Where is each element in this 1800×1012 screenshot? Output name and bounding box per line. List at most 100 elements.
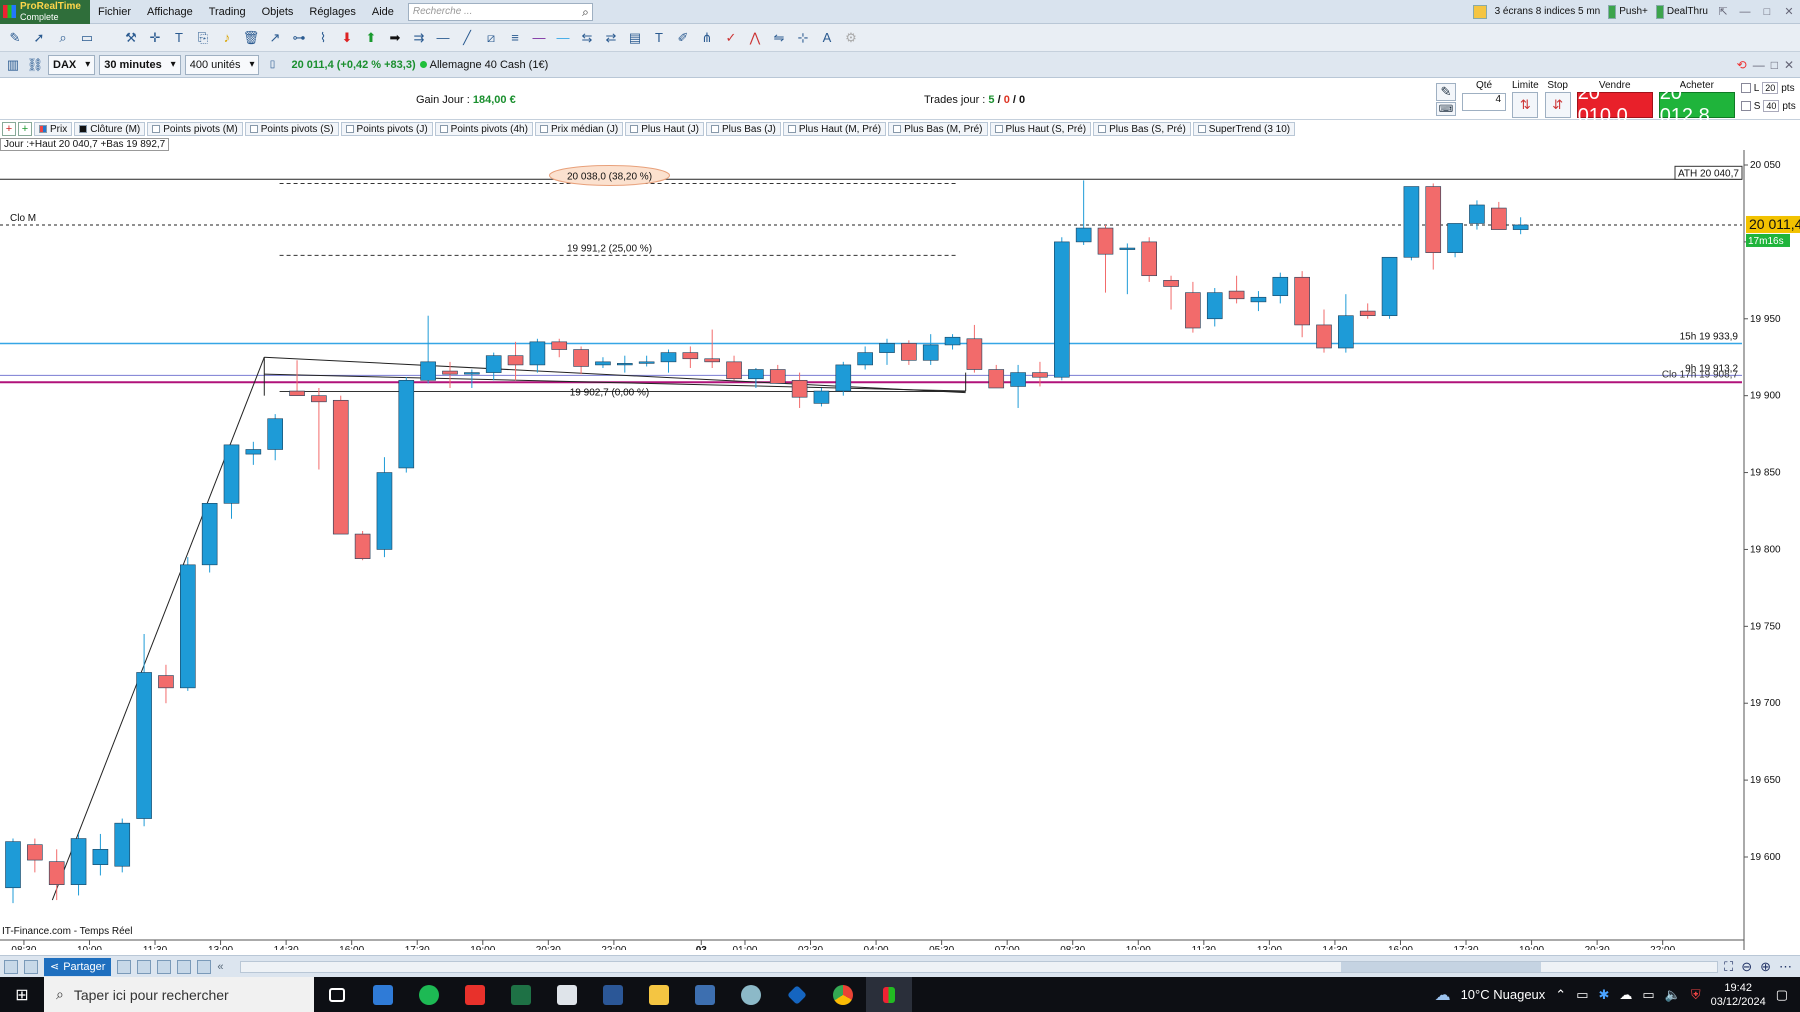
text-tool-icon[interactable]: T [170,29,188,47]
candle-body[interactable] [944,336,961,346]
right-arrow-icon[interactable]: ➡ [386,29,404,47]
range-icon[interactable]: ⇆ [578,29,596,47]
spotify-icon[interactable] [406,977,452,1012]
chart-maximize-icon[interactable]: □ [1771,58,1778,72]
push-button[interactable]: Push+ [1608,4,1648,19]
indicator-chip[interactable]: Plus Haut (J) [625,122,704,136]
browser-app-icon[interactable] [728,977,774,1012]
symbol-select[interactable]: DAX [48,54,96,75]
candle-body[interactable] [5,841,21,889]
buy-button[interactable]: 20 012,8 [1658,82,1735,127]
horizontal-line-icon[interactable]: — [434,29,452,47]
indicator-checkbox[interactable] [345,125,354,133]
alert-bell-icon[interactable]: ♪ [218,29,236,47]
channel-icon[interactable]: ⧄ [482,29,500,47]
candle-body[interactable] [289,390,305,396]
pencil-ruler-icon[interactable]: ✐ [674,29,692,47]
menu-objets[interactable]: Objets [254,6,302,18]
s-checkbox[interactable] [1740,101,1751,111]
candle-body[interactable] [1469,204,1485,224]
candle-body[interactable] [704,358,721,363]
candle-body[interactable] [464,372,480,375]
chart-minimize-icon[interactable]: — [1753,58,1765,72]
indicator-checkbox[interactable] [79,125,88,133]
candle-body[interactable] [726,361,742,380]
timeframe-select[interactable]: 30 minutes [99,54,181,75]
windows-start-icon[interactable]: ⊞ [0,977,44,1012]
arrow-line-icon[interactable]: ↗ [266,29,284,47]
indicator-chip[interactable]: Points pivots (M) [147,122,243,136]
indicator-menu-icon[interactable] [4,959,18,974]
measure-icon[interactable]: ⊹ [794,29,812,47]
add-indicator-icon[interactable]: + [2,122,16,136]
notification-icon[interactable]: ▢ [1776,987,1788,1003]
indicator-chip[interactable]: Plus Haut (M, Pré) [782,122,887,136]
candle-body[interactable] [136,672,152,819]
ig-icon[interactable] [452,977,498,1012]
copy-icon[interactable]: ⎘ [194,29,212,47]
candle-body[interactable] [573,349,589,367]
candle-body[interactable] [616,363,633,366]
settings-icon[interactable]: ⚙ [842,29,860,47]
candle-body[interactable] [857,352,873,366]
candle-body[interactable] [1010,372,1026,387]
candle-body[interactable] [485,355,502,373]
onedrive-icon[interactable]: ☁ [1619,987,1632,1003]
indicator-chip[interactable]: Plus Haut (S, Pré) [989,122,1092,136]
limit-order-button[interactable]: ⇅ [1512,92,1539,118]
calculator-icon[interactable] [682,977,728,1012]
candle-body[interactable] [1447,223,1463,253]
screenshot-icon[interactable] [117,959,132,974]
clock[interactable]: 19:42 03/12/2024 [1711,981,1766,1009]
candle-body[interactable] [1512,224,1529,230]
indicator-checkbox[interactable] [630,125,639,133]
candle-body[interactable] [267,418,284,450]
candle-body[interactable] [48,861,65,885]
keyboard-icon[interactable]: ⌨ [1436,102,1456,116]
indicator-checkbox[interactable] [249,125,258,133]
draw-tools-icon[interactable]: ⚒ [122,29,140,47]
candle-body[interactable] [966,338,983,370]
candle-body[interactable] [354,533,371,559]
ruler-icon[interactable]: ▭ [78,29,96,47]
indicator-chip[interactable]: Clôture (M) [74,122,146,136]
segment-icon[interactable]: ⊶ [290,29,308,47]
candle-body[interactable] [398,379,415,469]
chart-type-icon[interactable]: ▥ [4,56,22,74]
restore-icon[interactable]: ⇱ [1716,5,1730,18]
weather-label[interactable]: 10°C Nuageux [1461,987,1546,1002]
cyan-line-icon[interactable]: — [554,29,572,47]
indicator-checkbox[interactable] [152,125,161,133]
candle-body[interactable] [769,369,786,384]
trash-icon[interactable]: 🗑 [242,29,260,47]
print-icon[interactable] [137,959,152,974]
rectangle-icon[interactable]: ▤ [626,29,644,47]
candle-body[interactable] [223,444,240,504]
candle-body[interactable] [1097,227,1114,255]
down-arrow-icon[interactable]: ⬇ [338,29,356,47]
info-icon[interactable]: ▯ [263,56,281,74]
l-checkbox[interactable] [1740,83,1751,93]
candle-body[interactable] [1359,310,1376,317]
chart-close-icon[interactable]: ✕ [1784,58,1794,72]
windows-app-icon[interactable] [360,977,406,1012]
candle-body[interactable] [551,341,568,350]
menu-fichier[interactable]: Fichier [90,6,139,18]
candle-body[interactable] [180,564,196,689]
pointer-icon[interactable]: ➚ [30,29,48,47]
indicator-checkbox[interactable] [539,125,548,133]
candle-body[interactable] [70,838,87,885]
candle-body[interactable] [1119,247,1136,250]
andrews-pitchfork-icon[interactable]: ⋀ [746,29,764,47]
candle-body[interactable] [1141,241,1157,277]
chrome-icon[interactable] [820,977,866,1012]
indicator-checkbox[interactable] [1098,125,1107,133]
tray-network-icon[interactable]: ▭ [1576,987,1588,1003]
zoom-fit-icon[interactable]: ⛶ [1724,959,1733,975]
candle-body[interactable] [660,352,677,363]
layout-icon[interactable] [1472,4,1487,19]
l-points-input[interactable]: 20 [1762,82,1779,94]
candle-body[interactable] [638,361,655,364]
zoom-icon[interactable]: ⌕ [54,29,72,47]
dealthru-button[interactable]: DealThru [1655,4,1708,19]
